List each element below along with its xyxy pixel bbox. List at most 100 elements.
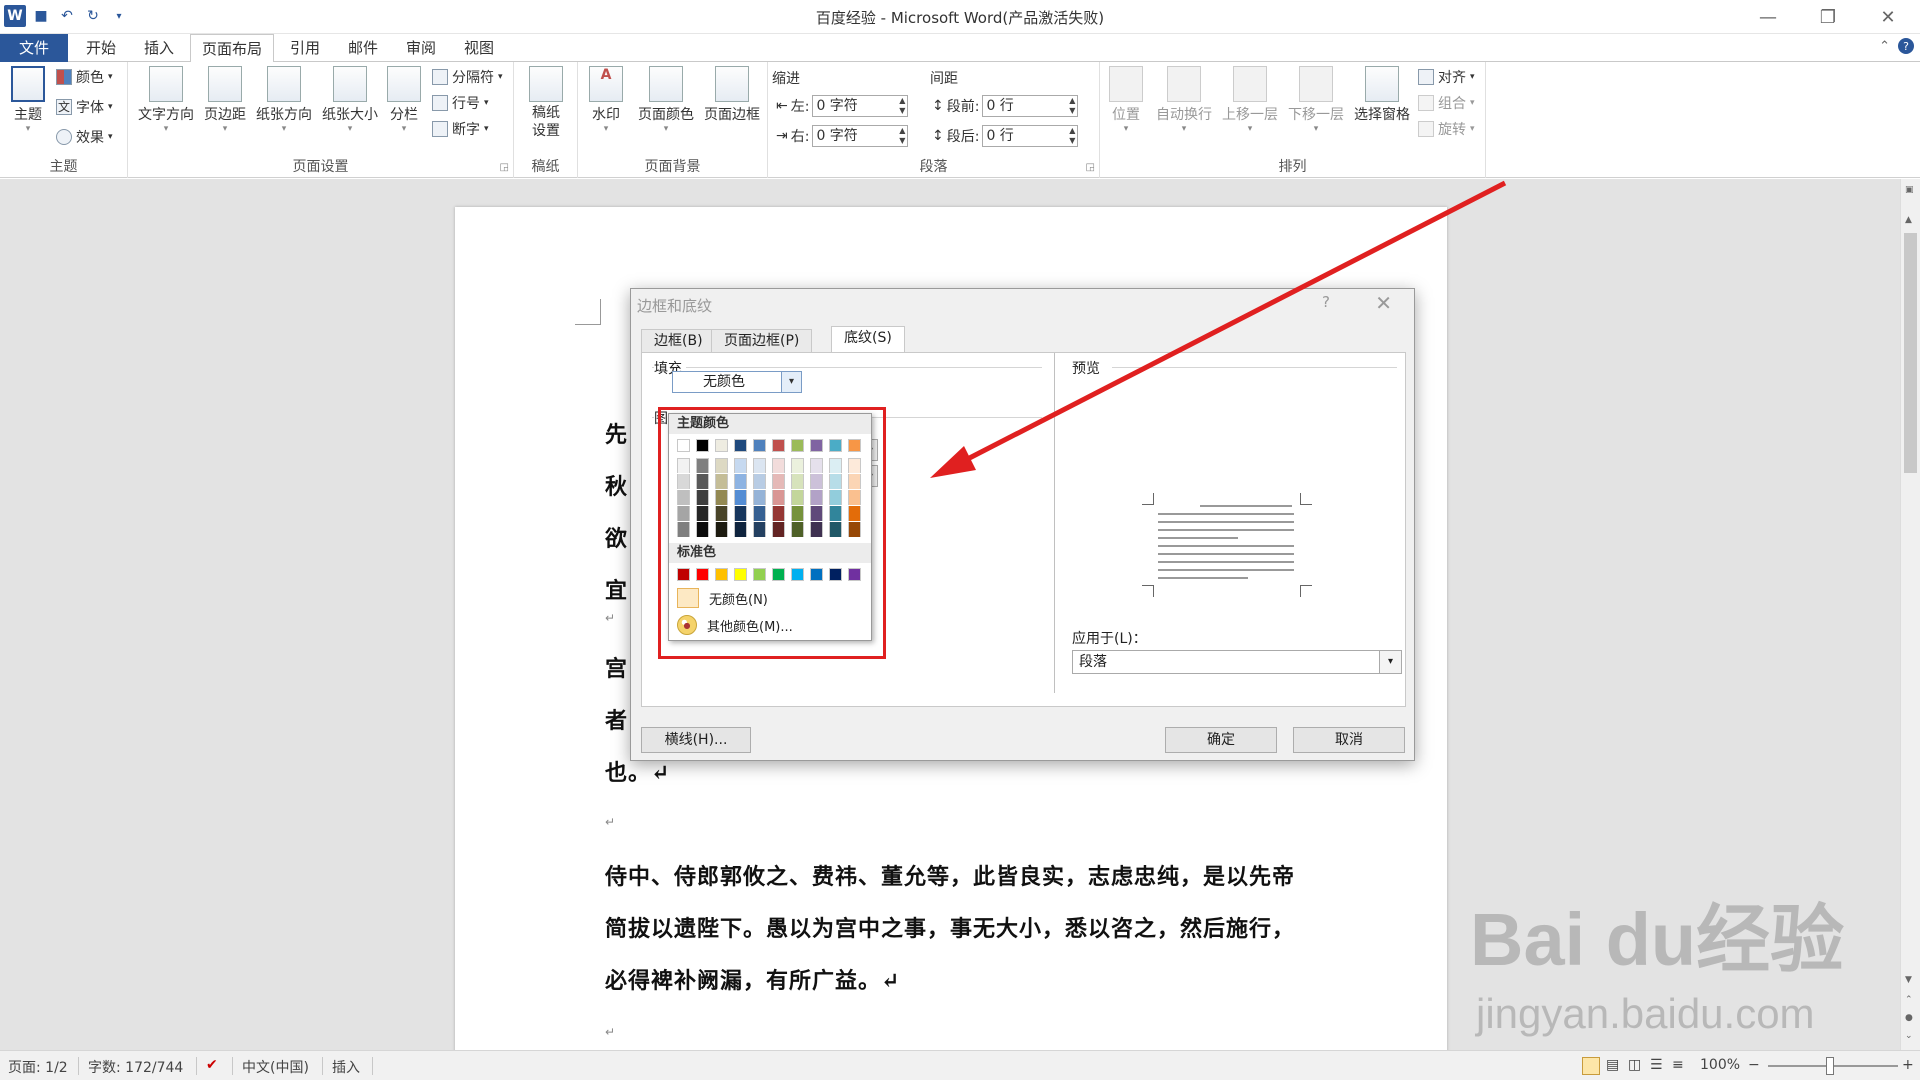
browse-object-icon[interactable]: ●	[1905, 1013, 1913, 1023]
next-page-icon[interactable]: ⌄	[1905, 1031, 1913, 1041]
doc-line[interactable]: 侍中、侍郎郭攸之、费祎、董允等，此皆良实，志虑忠纯，是以先帝	[605, 859, 1295, 891]
theme-shade-swatch[interactable]	[791, 490, 804, 505]
group-objects-button[interactable]: 组合 ▾	[1418, 92, 1475, 114]
theme-shade-swatch[interactable]	[772, 474, 785, 489]
theme-shade-swatch[interactable]	[829, 506, 842, 521]
web-layout-view-icon[interactable]: ◫	[1628, 1057, 1641, 1073]
restore-button[interactable]: ❐	[1808, 4, 1848, 30]
theme-shade-swatch[interactable]	[753, 474, 766, 489]
theme-shade-swatch[interactable]	[696, 474, 709, 489]
columns-button[interactable]: 分栏 ▾	[384, 66, 424, 134]
standard-color-swatch[interactable]	[696, 568, 709, 581]
theme-color-swatch[interactable]	[829, 439, 842, 452]
margins-button[interactable]: 页边距 ▾	[200, 66, 250, 134]
paragraph-launcher-icon[interactable]: ◲	[1086, 162, 1095, 173]
theme-color-swatch[interactable]	[848, 439, 861, 452]
tab-references[interactable]: 引用	[280, 34, 330, 62]
theme-shade-swatch[interactable]	[734, 458, 747, 473]
tab-page-border[interactable]: 页面边框(P)	[711, 329, 813, 353]
word-count[interactable]: 字数: 172/744	[88, 1057, 183, 1077]
theme-color-swatch[interactable]	[772, 439, 785, 452]
tab-file[interactable]: 文件	[0, 34, 68, 62]
theme-color-swatch[interactable]	[677, 439, 690, 452]
theme-color-swatch[interactable]	[715, 439, 728, 452]
insert-mode[interactable]: 插入	[332, 1057, 360, 1077]
cancel-button[interactable]: 取消	[1293, 727, 1405, 753]
dialog-close-button[interactable]: ✕	[1375, 291, 1392, 315]
theme-shade-swatch[interactable]	[677, 474, 690, 489]
align-button[interactable]: 对齐 ▾	[1418, 66, 1475, 88]
watermark-button[interactable]: A 水印 ▾	[586, 66, 626, 134]
standard-color-swatch[interactable]	[753, 568, 766, 581]
proofing-icon[interactable]: ✔	[206, 1057, 218, 1073]
standard-color-swatch[interactable]	[810, 568, 823, 581]
theme-colors-button[interactable]: 颜色 ▾	[56, 66, 113, 88]
doc-line[interactable]: 先	[605, 417, 628, 449]
theme-shade-swatch[interactable]	[753, 522, 766, 537]
theme-shade-swatch[interactable]	[696, 490, 709, 505]
theme-shade-swatch[interactable]	[791, 506, 804, 521]
print-layout-view-icon[interactable]	[1582, 1057, 1600, 1075]
page-setup-launcher-icon[interactable]: ◲	[500, 162, 509, 173]
theme-shade-swatch[interactable]	[772, 458, 785, 473]
theme-shade-swatch[interactable]	[772, 506, 785, 521]
doc-line[interactable]: 者	[605, 703, 628, 735]
theme-shade-swatch[interactable]	[715, 506, 728, 521]
minimize-button[interactable]: —	[1748, 4, 1788, 30]
no-color-option[interactable]: 无颜色(N)	[673, 586, 867, 610]
theme-shade-swatch[interactable]	[734, 522, 747, 537]
theme-shade-swatch[interactable]	[791, 522, 804, 537]
send-backward-button[interactable]: 下移一层 ▾	[1284, 66, 1348, 134]
theme-shade-swatch[interactable]	[772, 522, 785, 537]
standard-color-swatch[interactable]	[772, 568, 785, 581]
theme-shade-swatch[interactable]	[753, 506, 766, 521]
theme-shade-swatch[interactable]	[696, 458, 709, 473]
theme-shade-swatch[interactable]	[810, 458, 823, 473]
zoom-out-button[interactable]: −	[1748, 1057, 1760, 1073]
theme-shade-swatch[interactable]	[753, 490, 766, 505]
theme-shade-swatch[interactable]	[791, 474, 804, 489]
full-screen-view-icon[interactable]: ▤	[1606, 1057, 1619, 1073]
theme-shade-swatch[interactable]	[734, 474, 747, 489]
zoom-in-button[interactable]: +	[1902, 1057, 1914, 1073]
tab-shading[interactable]: 底纹(S)	[831, 326, 905, 353]
theme-shade-swatch[interactable]	[829, 458, 842, 473]
theme-color-swatch[interactable]	[734, 439, 747, 452]
theme-shade-swatch[interactable]	[810, 474, 823, 489]
theme-shade-swatch[interactable]	[829, 490, 842, 505]
indent-right-input[interactable]: 0 字符 ▲ ▼	[812, 125, 909, 147]
theme-shade-swatch[interactable]	[810, 506, 823, 521]
fill-dropdown-arrow-icon[interactable]: ▾	[781, 372, 801, 392]
rotate-button[interactable]: 旋转 ▾	[1418, 118, 1475, 140]
bring-forward-button[interactable]: 上移一层 ▾	[1218, 66, 1282, 134]
tab-insert[interactable]: 插入	[134, 34, 184, 62]
tab-page-layout[interactable]: 页面布局	[190, 34, 274, 63]
doc-line[interactable]: 必得裨补阙漏，有所广益。↵	[605, 963, 900, 995]
page-count[interactable]: 页面: 1/2	[8, 1057, 68, 1077]
theme-shade-swatch[interactable]	[734, 506, 747, 521]
theme-fonts-button[interactable]: 文字体 ▾	[56, 96, 113, 118]
selection-pane-button[interactable]: 选择窗格	[1350, 66, 1414, 124]
apply-to-dropdown[interactable]: 段落 ▾	[1072, 650, 1402, 674]
theme-shade-swatch[interactable]	[848, 458, 861, 473]
standard-color-swatch[interactable]	[715, 568, 728, 581]
line-numbers-button[interactable]: 行号 ▾	[432, 92, 489, 114]
theme-color-swatch[interactable]	[696, 439, 709, 452]
apply-dropdown-arrow-icon[interactable]: ▾	[1379, 651, 1401, 673]
tab-mailings[interactable]: 邮件	[338, 34, 388, 62]
theme-shade-swatch[interactable]	[810, 490, 823, 505]
theme-shade-swatch[interactable]	[848, 506, 861, 521]
scroll-thumb[interactable]	[1904, 233, 1917, 473]
page-borders-button[interactable]: 页面边框	[700, 66, 764, 124]
tab-review[interactable]: 审阅	[396, 34, 446, 62]
tab-borders[interactable]: 边框(B)	[641, 329, 716, 353]
zoom-level[interactable]: 100%	[1700, 1057, 1740, 1073]
collapse-ribbon-icon[interactable]: ⌃	[1879, 39, 1890, 54]
prev-page-icon[interactable]: ⌃	[1905, 995, 1913, 1005]
close-button[interactable]: ✕	[1868, 4, 1908, 30]
wrap-text-button[interactable]: 自动换行 ▾	[1152, 66, 1216, 134]
spacing-after-input[interactable]: 0 行 ▲ ▼	[982, 125, 1079, 147]
theme-shade-swatch[interactable]	[734, 490, 747, 505]
theme-shade-swatch[interactable]	[810, 522, 823, 537]
standard-color-swatch[interactable]	[829, 568, 842, 581]
